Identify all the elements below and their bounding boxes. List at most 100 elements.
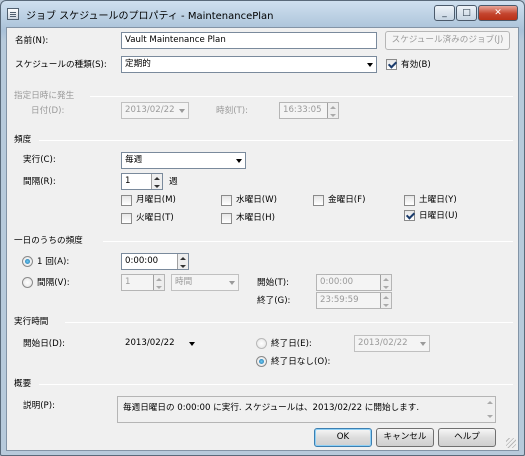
occurs-once-time-value: 0:00:00 — [125, 256, 159, 266]
daily-frequency-header: 一日のうちの頻度 — [14, 236, 83, 246]
maximize-button[interactable]: □ — [456, 5, 477, 21]
chevron-down-icon — [420, 342, 426, 346]
saturday-checkbox[interactable] — [404, 195, 415, 206]
schedule-type-value: 定期的 — [125, 59, 151, 69]
help-button[interactable]: ヘルプ — [438, 428, 496, 447]
resize-grip[interactable] — [506, 438, 516, 448]
one-time-divider — [90, 96, 513, 97]
occurs-every-interval-input[interactable]: 1 — [121, 274, 165, 291]
title-bar[interactable]: ジョブ スケジュールのプロパティ - MaintenancePlan _ □ ✕ — [1, 1, 524, 27]
chevron-down-icon — [189, 342, 195, 346]
friday-label: 金曜日(F) — [328, 195, 366, 205]
monday-checkbox[interactable] — [121, 195, 132, 206]
tuesday-checkbox[interactable] — [121, 213, 132, 224]
chevron-down-icon — [229, 281, 235, 285]
end-time-label: 終了(G): — [257, 296, 291, 306]
friday-checkbox[interactable] — [313, 195, 324, 206]
description-text: 毎週日曜日の 0:00:00 に実行. スケジュールは、2013/02/22 に… — [123, 403, 420, 413]
time-spinner-icon[interactable] — [327, 103, 338, 118]
wednesday-checkbox[interactable] — [221, 195, 232, 206]
time-spinner-icon[interactable] — [380, 293, 391, 308]
one-time-date-picker[interactable]: 2013/02/22 — [121, 102, 189, 119]
dialog-window: ジョブ スケジュールのプロパティ - MaintenancePlan _ □ ✕… — [0, 0, 525, 456]
occurs-label: 実行(C): — [23, 155, 56, 165]
end-date-label: 終了日(E): — [271, 339, 312, 349]
scheduled-jobs-button[interactable]: スケジュール済みのジョブ(J) — [385, 31, 510, 50]
end-date-radio[interactable] — [256, 338, 267, 349]
one-time-date-label: 日付(D): — [31, 106, 65, 116]
thursday-label: 木曜日(H) — [236, 213, 275, 223]
close-button[interactable]: ✕ — [478, 5, 518, 21]
one-time-time-value: 16:33:05 — [283, 105, 322, 115]
name-input-value: Vault Maintenance Plan — [125, 35, 226, 45]
sunday-checkbox[interactable] — [404, 210, 415, 221]
schedule-type-select[interactable]: 定期的 — [121, 56, 377, 73]
tuesday-label: 火曜日(T) — [136, 213, 174, 223]
enabled-label: 有効(B) — [401, 60, 431, 70]
frequency-header: 頻度 — [14, 135, 32, 145]
start-time-label: 開始(T): — [257, 278, 290, 288]
no-end-date-label: 終了日なし(O): — [271, 357, 331, 367]
wednesday-label: 水曜日(W) — [236, 195, 277, 205]
caption-buttons: _ □ ✕ — [433, 5, 518, 21]
ok-button[interactable]: OK — [314, 428, 372, 447]
frequency-divider — [39, 140, 513, 141]
chevron-down-icon — [367, 63, 373, 67]
one-time-date-value: 2013/02/22 — [125, 105, 175, 115]
sunday-label: 日曜日(U) — [419, 211, 458, 221]
duration-divider — [65, 322, 513, 323]
recurs-spinner-icon[interactable] — [151, 174, 162, 189]
occurs-once-radio[interactable] — [22, 256, 33, 267]
start-date-picker[interactable]: 2013/02/22 — [121, 335, 199, 352]
interval-spinner-icon[interactable] — [153, 275, 164, 290]
saturday-label: 土曜日(Y) — [419, 195, 457, 205]
schedule-type-label: スケジュールの種類(S): — [15, 60, 107, 70]
monday-label: 月曜日(M) — [136, 195, 176, 205]
description-box[interactable]: 毎週日曜日の 0:00:00 に実行. スケジュールは、2013/02/22 に… — [117, 396, 496, 423]
window-title: ジョブ スケジュールのプロパティ - MaintenancePlan — [26, 11, 274, 22]
occurs-once-time-input[interactable]: 0:00:00 — [121, 253, 189, 270]
one-time-header: 指定日時に発生 — [14, 91, 75, 101]
occurs-every-unit-select[interactable]: 時間 — [171, 274, 239, 291]
minimize-button[interactable]: _ — [434, 5, 455, 21]
name-input[interactable]: Vault Maintenance Plan — [121, 32, 377, 49]
recurs-label: 間隔(R): — [23, 177, 56, 187]
occurs-value: 毎週 — [125, 155, 143, 165]
occurs-every-interval-value: 1 — [125, 277, 131, 287]
time-spinner-icon[interactable] — [380, 275, 391, 290]
enabled-checkbox[interactable] — [386, 59, 397, 70]
occurs-every-label: 間隔(V): — [37, 278, 70, 288]
end-time-input[interactable]: 23:59:59 — [316, 292, 392, 309]
window-icon — [7, 8, 19, 20]
recurs-input[interactable]: 1 — [121, 173, 163, 190]
duration-header: 実行時間 — [14, 317, 49, 327]
name-label: 名前(N): — [15, 36, 49, 46]
description-scrollbar[interactable] — [485, 397, 495, 422]
recurs-value: 1 — [125, 176, 131, 186]
occurs-every-unit-value: 時間 — [175, 277, 193, 287]
one-time-time-label: 時刻(T): — [216, 106, 249, 116]
end-time-value: 23:59:59 — [320, 295, 359, 305]
start-date-label: 開始日(D): — [23, 339, 65, 349]
occurs-every-radio[interactable] — [22, 277, 33, 288]
start-time-input[interactable]: 0:00:00 — [316, 274, 392, 291]
summary-divider — [39, 384, 513, 385]
recurs-unit: 週 — [169, 177, 178, 187]
daily-frequency-divider — [103, 241, 513, 242]
dialog-client-area: 名前(N): Vault Maintenance Plan スケジュール済みのジ… — [6, 27, 519, 451]
summary-header: 概要 — [14, 379, 32, 389]
chevron-down-icon — [179, 109, 185, 113]
end-date-picker[interactable]: 2013/02/22 — [354, 335, 430, 352]
start-date-value: 2013/02/22 — [125, 338, 175, 348]
time-spinner-icon[interactable] — [177, 254, 188, 269]
no-end-date-radio[interactable] — [256, 356, 267, 367]
cancel-button[interactable]: キャンセル — [376, 428, 434, 447]
description-label: 説明(P): — [23, 401, 55, 411]
end-date-value: 2013/02/22 — [358, 338, 408, 348]
chevron-down-icon — [236, 159, 242, 163]
one-time-time-input[interactable]: 16:33:05 — [279, 102, 339, 119]
thursday-checkbox[interactable] — [221, 213, 232, 224]
occurs-select[interactable]: 毎週 — [121, 152, 246, 169]
start-time-value: 0:00:00 — [320, 277, 354, 287]
occurs-once-label: 1 回(A): — [37, 257, 70, 267]
